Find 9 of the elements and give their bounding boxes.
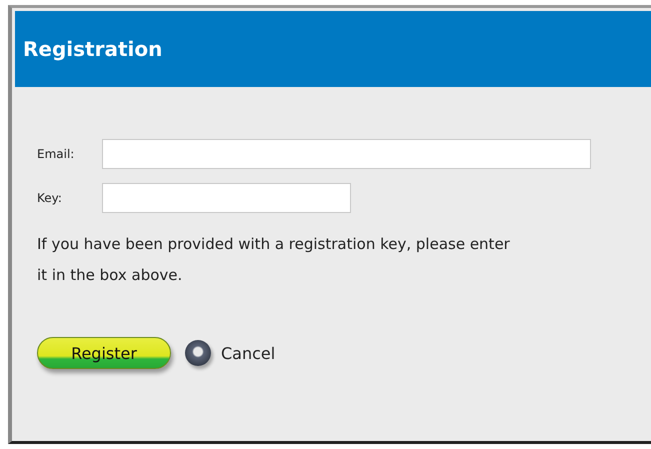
field-label: Key:	[37, 191, 63, 205]
instruction-text: If you have been provided with a registration key, please enter it in the box above.	[37, 234, 511, 286]
window-title: Registration	[23, 37, 162, 61]
input-field[interactable]	[102, 183, 351, 213]
cancel-button[interactable]: Cancel	[185, 340, 276, 366]
orb-icon	[185, 340, 211, 366]
input-field[interactable]	[102, 139, 591, 169]
register-button[interactable]: Register	[37, 337, 171, 369]
field-label: Email:	[37, 147, 76, 161]
